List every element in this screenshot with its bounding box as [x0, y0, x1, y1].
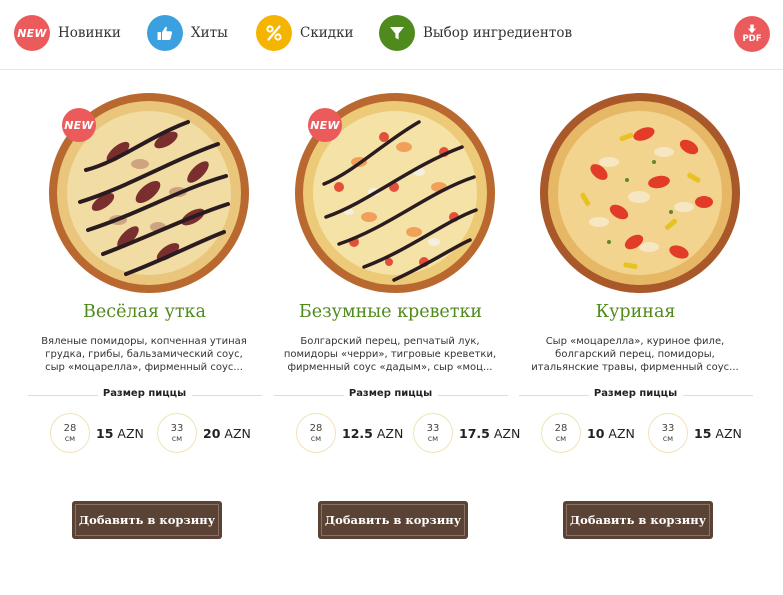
size-option-28[interactable]: 28 см 10 AZN	[541, 411, 635, 455]
percent-icon	[256, 15, 292, 51]
nav-item-hits-label: Хиты	[191, 25, 228, 41]
price: 15 AZN	[694, 426, 742, 441]
pdf-label: PDF	[742, 34, 762, 44]
nav-item-new-label: Новинки	[58, 25, 121, 41]
new-badge-label: NEW	[64, 118, 94, 132]
currency: AZN	[376, 425, 404, 441]
price-value: 12.5	[342, 425, 373, 441]
size-unit: см	[64, 434, 76, 443]
product-title[interactable]: Безумные креветки	[268, 302, 513, 322]
price: 17.5 AZN	[459, 426, 520, 441]
size-circle: 28 см	[50, 413, 90, 453]
size-heading: Размер пиццы	[268, 388, 513, 402]
pizza-image-chicken[interactable]	[539, 92, 741, 294]
size-value: 28	[554, 423, 568, 434]
size-circle: 28 см	[541, 413, 581, 453]
new-icon-label: NEW	[17, 26, 47, 40]
currency: AZN	[608, 425, 635, 441]
size-heading-label: Размер пиццы	[348, 388, 433, 399]
currency: AZN	[224, 425, 251, 441]
product-title[interactable]: Весёлая утка	[22, 302, 267, 322]
size-value: 28	[309, 423, 323, 434]
size-option-33[interactable]: 33 см 17.5 AZN	[413, 411, 520, 455]
product-description-line: Вяленые помидоры, копченная утиная	[41, 336, 247, 347]
product-description-line: грудка, грибы, бальзамический соус,	[45, 349, 243, 360]
currency: AZN	[117, 425, 144, 441]
add-to-cart-label: Добавить в корзину	[78, 513, 216, 527]
nav-item-hits[interactable]: Хиты	[147, 14, 228, 52]
size-option-28[interactable]: 28 см 15 AZN	[50, 411, 144, 455]
product-description: Сыр «моцарелла», куриное филе, болгарски…	[525, 335, 745, 374]
nav-item-new[interactable]: NEW Новинки	[14, 14, 121, 52]
add-to-cart-button[interactable]: Добавить в корзину	[318, 501, 468, 539]
new-badge-label: NEW	[310, 118, 340, 132]
product-card: NEW Весёлая утка Вяленые помидоры, копче…	[22, 86, 267, 546]
size-circle: 28 см	[296, 413, 336, 453]
filter-icon	[379, 15, 415, 51]
new-badge: NEW	[308, 108, 342, 142]
pdf-download-button[interactable]: PDF	[734, 16, 770, 52]
product-card: NEW Безумные креветки Болгарский перец, …	[268, 86, 520, 546]
price: 12.5 AZN	[342, 426, 403, 441]
size-value: 33	[426, 423, 440, 434]
new-icon: NEW	[14, 15, 50, 51]
size-unit: см	[427, 434, 439, 443]
product-description-line: Сыр «моцарелла», куриное филе,	[545, 336, 725, 347]
price: 10 AZN	[587, 426, 635, 441]
product-description-line: сыр «моцарелла», фирменный соус...	[45, 362, 243, 373]
download-arrow-icon	[748, 24, 756, 34]
size-heading: Размер пиццы	[513, 388, 758, 402]
nav-item-ingredients[interactable]: Выбор ингредиентов	[379, 14, 572, 52]
size-circle: 33 см	[648, 413, 688, 453]
product-card: Куриная Сыр «моцарелла», куриное филе, б…	[513, 86, 758, 546]
size-value: 33	[661, 423, 675, 434]
price-value: 17.5	[459, 425, 490, 441]
currency: AZN	[715, 425, 742, 441]
product-description-line: помидоры «черри», тигровые креветки,	[283, 349, 497, 360]
nav-item-discounts-label: Скидки	[300, 25, 354, 41]
size-unit: см	[662, 434, 674, 443]
new-badge: NEW	[62, 108, 96, 142]
product-title[interactable]: Куриная	[513, 302, 758, 322]
product-description-line: болгарский перец, помидоры,	[555, 349, 715, 360]
size-option-33[interactable]: 33 см 20 AZN	[157, 411, 251, 455]
size-value: 28	[63, 423, 77, 434]
size-circle: 33 см	[413, 413, 453, 453]
price-value: 20	[203, 425, 221, 441]
nav-item-ingredients-label: Выбор ингредиентов	[423, 25, 573, 41]
add-to-cart-button[interactable]: Добавить в корзину	[563, 501, 713, 539]
size-value: 33	[170, 423, 184, 434]
product-description-line: итальянские травы, фирменный соус...	[531, 362, 739, 373]
size-heading-label: Размер пиццы	[102, 388, 187, 399]
top-navigation: NEW Новинки Хиты Скидки Выбор ингредиент…	[0, 0, 783, 70]
nav-item-discounts[interactable]: Скидки	[256, 14, 354, 52]
product-description-line: Болгарский перец, репчатый лук,	[300, 336, 480, 347]
add-to-cart-label: Добавить в корзину	[324, 513, 462, 527]
product-description: Вяленые помидоры, копченная утиная грудк…	[34, 335, 254, 374]
thumbs-up-icon	[147, 15, 183, 51]
size-heading-label: Размер пиццы	[593, 388, 678, 399]
price-value: 10	[587, 425, 605, 441]
size-unit: см	[310, 434, 322, 443]
price: 15 AZN	[96, 426, 144, 441]
add-to-cart-label: Добавить в корзину	[569, 513, 707, 527]
add-to-cart-button[interactable]: Добавить в корзину	[72, 501, 222, 539]
product-description: Болгарский перец, репчатый лук, помидоры…	[280, 335, 500, 374]
size-option-33[interactable]: 33 см 15 AZN	[648, 411, 742, 455]
size-unit: см	[171, 434, 183, 443]
product-description-line: фирменный соус «дадым», сыр «моц...	[287, 362, 493, 373]
price-value: 15	[694, 425, 712, 441]
size-circle: 33 см	[157, 413, 197, 453]
size-option-28[interactable]: 28 см 12.5 AZN	[296, 411, 403, 455]
size-unit: см	[555, 434, 567, 443]
size-heading: Размер пиццы	[22, 388, 267, 402]
price-value: 15	[96, 425, 114, 441]
price: 20 AZN	[203, 426, 251, 441]
